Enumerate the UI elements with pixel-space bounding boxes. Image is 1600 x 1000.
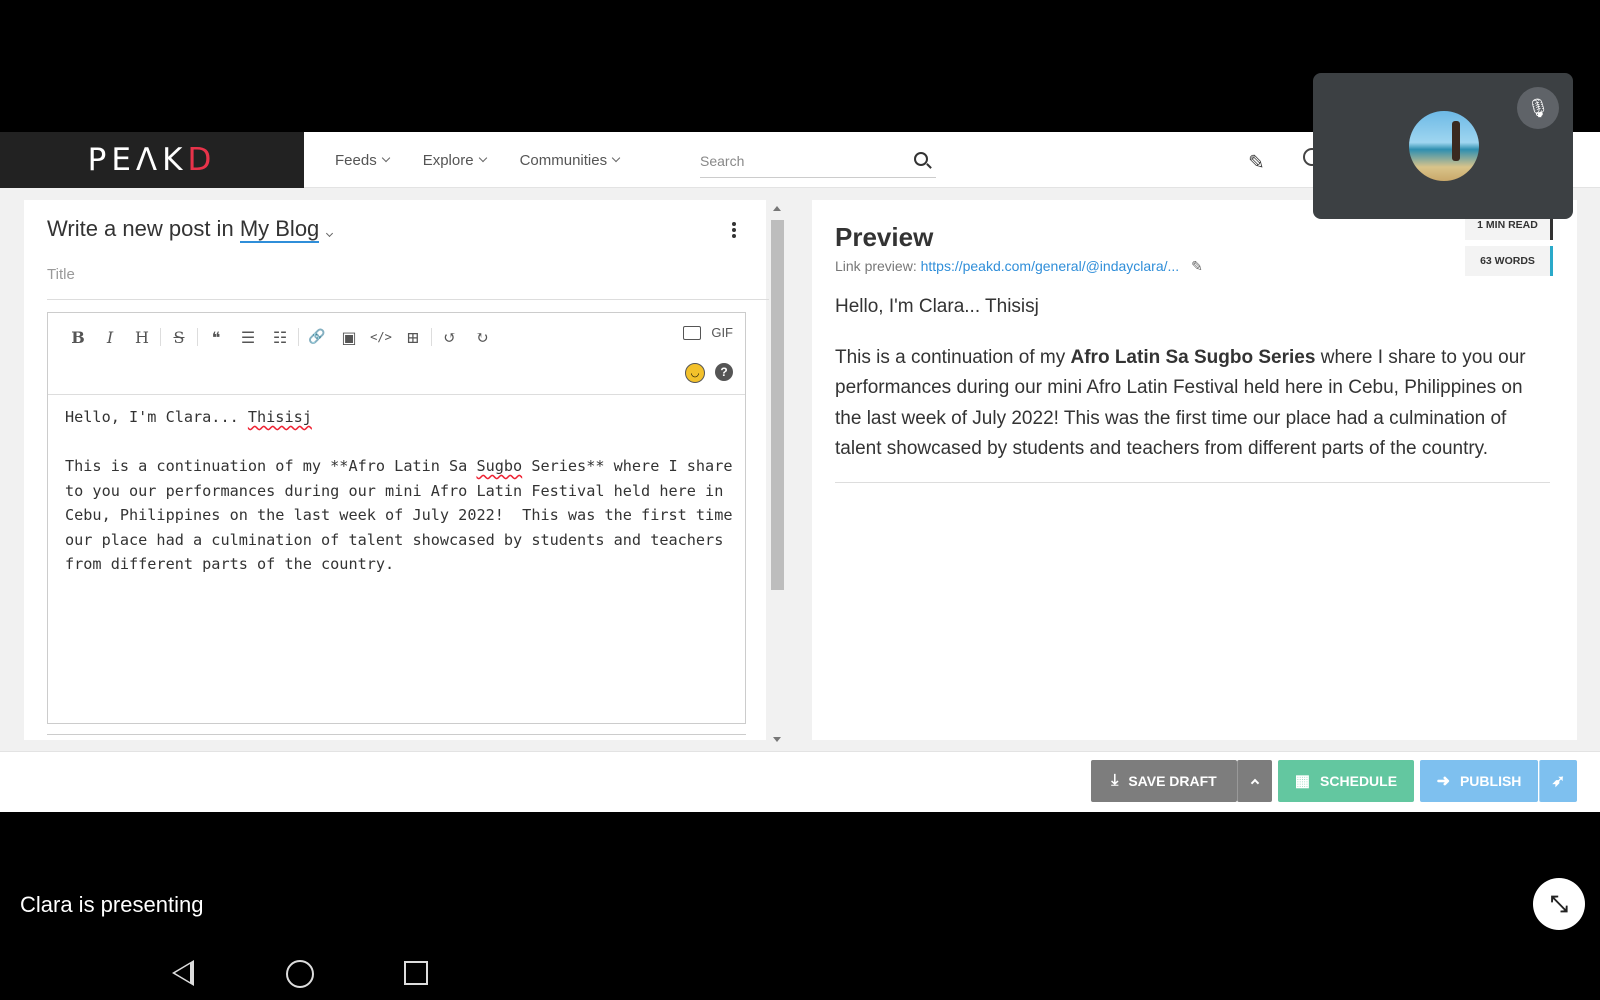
markdown-textarea[interactable]: Hello, I'm Clara... Thisisj This is a co… [65, 405, 735, 577]
action-bar: ⤓ SAVE DRAFT ▦ SCHEDULE ➜ PUBLISH ➶ [0, 751, 1600, 812]
nav-communities[interactable]: Communities [519, 151, 621, 169]
recent-apps-icon[interactable] [404, 961, 428, 985]
edit-link-pencil-icon[interactable]: ✎ [1191, 258, 1203, 274]
title-input[interactable] [47, 266, 769, 283]
peakd-app: PEΛKD Feeds Explore Communities Search ✎… [0, 132, 1600, 812]
link-preview-label: Link preview: [835, 258, 917, 274]
nav-explore[interactable]: Explore [422, 151, 487, 169]
word-count-badge: 63 WORDS [1465, 246, 1553, 276]
schedule-button[interactable]: ▦ SCHEDULE [1278, 760, 1414, 802]
screen: PEΛKD Feeds Explore Communities Search ✎… [0, 0, 1600, 1000]
write-post-pencil-icon[interactable]: ✎ [1248, 150, 1265, 175]
chevron-up-icon [1250, 778, 1260, 788]
image-button[interactable]: ▣ [333, 325, 365, 349]
publish-options-button[interactable]: ➶ [1539, 760, 1577, 802]
more-options-icon[interactable] [732, 222, 736, 240]
code-button[interactable]: </> [365, 325, 397, 349]
nav-feeds-label: Feeds [335, 151, 377, 169]
preview-body: Hello, I'm Clara... Thisisj This is a co… [835, 292, 1550, 485]
preview-title: Preview [835, 222, 934, 252]
scroll-up-icon[interactable] [773, 206, 781, 211]
community-selector[interactable]: My Blog [239, 216, 320, 243]
editor-panel: Write a new post in My Blog B I H S ❝ [24, 200, 769, 740]
nav-feeds[interactable]: Feeds [335, 151, 390, 169]
quote-button[interactable]: ❝ [200, 325, 232, 349]
chevron-down-icon[interactable] [326, 229, 334, 238]
editor-toolbar: B I H S ❝ ☰ ☷ 🔗 ▣ </> ⊞ ↺ ↻ GIF ◡ ? [48, 313, 745, 395]
editor-scrollbar[interactable] [768, 204, 786, 744]
save-draft-options-button[interactable] [1237, 760, 1272, 802]
android-nav-bar [0, 946, 1600, 1000]
preview-panel: Preview Link preview: https://peakd.com/… [812, 200, 1577, 740]
ordered-list-button[interactable]: ☰ [232, 325, 264, 349]
mic-off-icon: 🎙 [1517, 87, 1559, 129]
arrow-right-icon: ➜ [1436, 773, 1450, 790]
nav-explore-label: Explore [422, 151, 474, 169]
nav-communities-label: Communities [519, 151, 608, 169]
post-heading: Write a new post in My Blog [47, 216, 334, 243]
gallery-icon[interactable] [683, 325, 702, 340]
preview-paragraph: Hello, I'm Clara... Thisisj [835, 296, 1039, 317]
preview-divider [835, 482, 1550, 483]
presenting-status: Clara is presenting [20, 892, 204, 917]
exit-fullscreen-button[interactable]: ⤡ [1533, 878, 1585, 930]
link-button[interactable]: 🔗 [301, 325, 333, 349]
table-button[interactable]: ⊞ [397, 325, 429, 349]
help-icon[interactable]: ? [715, 363, 733, 381]
scrollbar-thumb[interactable] [771, 220, 784, 590]
search-box [700, 144, 936, 178]
gif-button[interactable]: GIF [711, 325, 733, 340]
heading-button[interactable]: H [126, 325, 158, 349]
emoji-icon[interactable]: ◡ [685, 363, 705, 383]
link-preview: Link preview: https://peakd.com/general/… [835, 258, 1203, 275]
search-icon[interactable] [914, 152, 928, 166]
bullet-list-button[interactable]: ☷ [264, 325, 296, 349]
download-tray-icon: ⤓ [1111, 772, 1119, 789]
search-input[interactable] [700, 152, 900, 169]
editor-lower-section [47, 734, 746, 740]
scroll-down-icon[interactable] [773, 737, 781, 742]
title-field [47, 266, 769, 300]
preview-paragraph: This is a continuation of my Afro Latin … [835, 346, 1526, 460]
save-draft-button[interactable]: ⤓ SAVE DRAFT [1091, 760, 1237, 802]
back-icon[interactable] [172, 960, 194, 986]
post-heading-prefix: Write a new post in [47, 216, 234, 241]
redo-button[interactable]: ↻ [466, 325, 498, 349]
rocket-icon: ➶ [1551, 773, 1566, 790]
chevron-down-icon [611, 153, 621, 163]
markdown-editor: B I H S ❝ ☰ ☷ 🔗 ▣ </> ⊞ ↺ ↻ GIF ◡ ? Hell… [47, 312, 746, 724]
chevron-down-icon [478, 153, 487, 163]
undo-button[interactable]: ↺ [434, 325, 466, 349]
collapse-icon: ⤡ [1550, 891, 1568, 916]
peakd-logo[interactable]: PEΛKD [0, 132, 304, 188]
home-icon[interactable] [286, 960, 314, 988]
italic-button[interactable]: I [94, 325, 126, 349]
bold-button[interactable]: B [62, 325, 94, 349]
calendar-icon: ▦ [1294, 773, 1311, 790]
chevron-down-icon [381, 153, 390, 163]
link-preview-url[interactable]: https://peakd.com/general/@indayclara/..… [921, 258, 1180, 274]
strikethrough-button[interactable]: S [163, 325, 195, 349]
main-nav: Feeds Explore Communities [335, 132, 621, 188]
avatar [1409, 111, 1479, 181]
participant-video-tile[interactable]: 🎙 [1313, 73, 1573, 219]
publish-button[interactable]: ➜ PUBLISH [1420, 760, 1538, 802]
